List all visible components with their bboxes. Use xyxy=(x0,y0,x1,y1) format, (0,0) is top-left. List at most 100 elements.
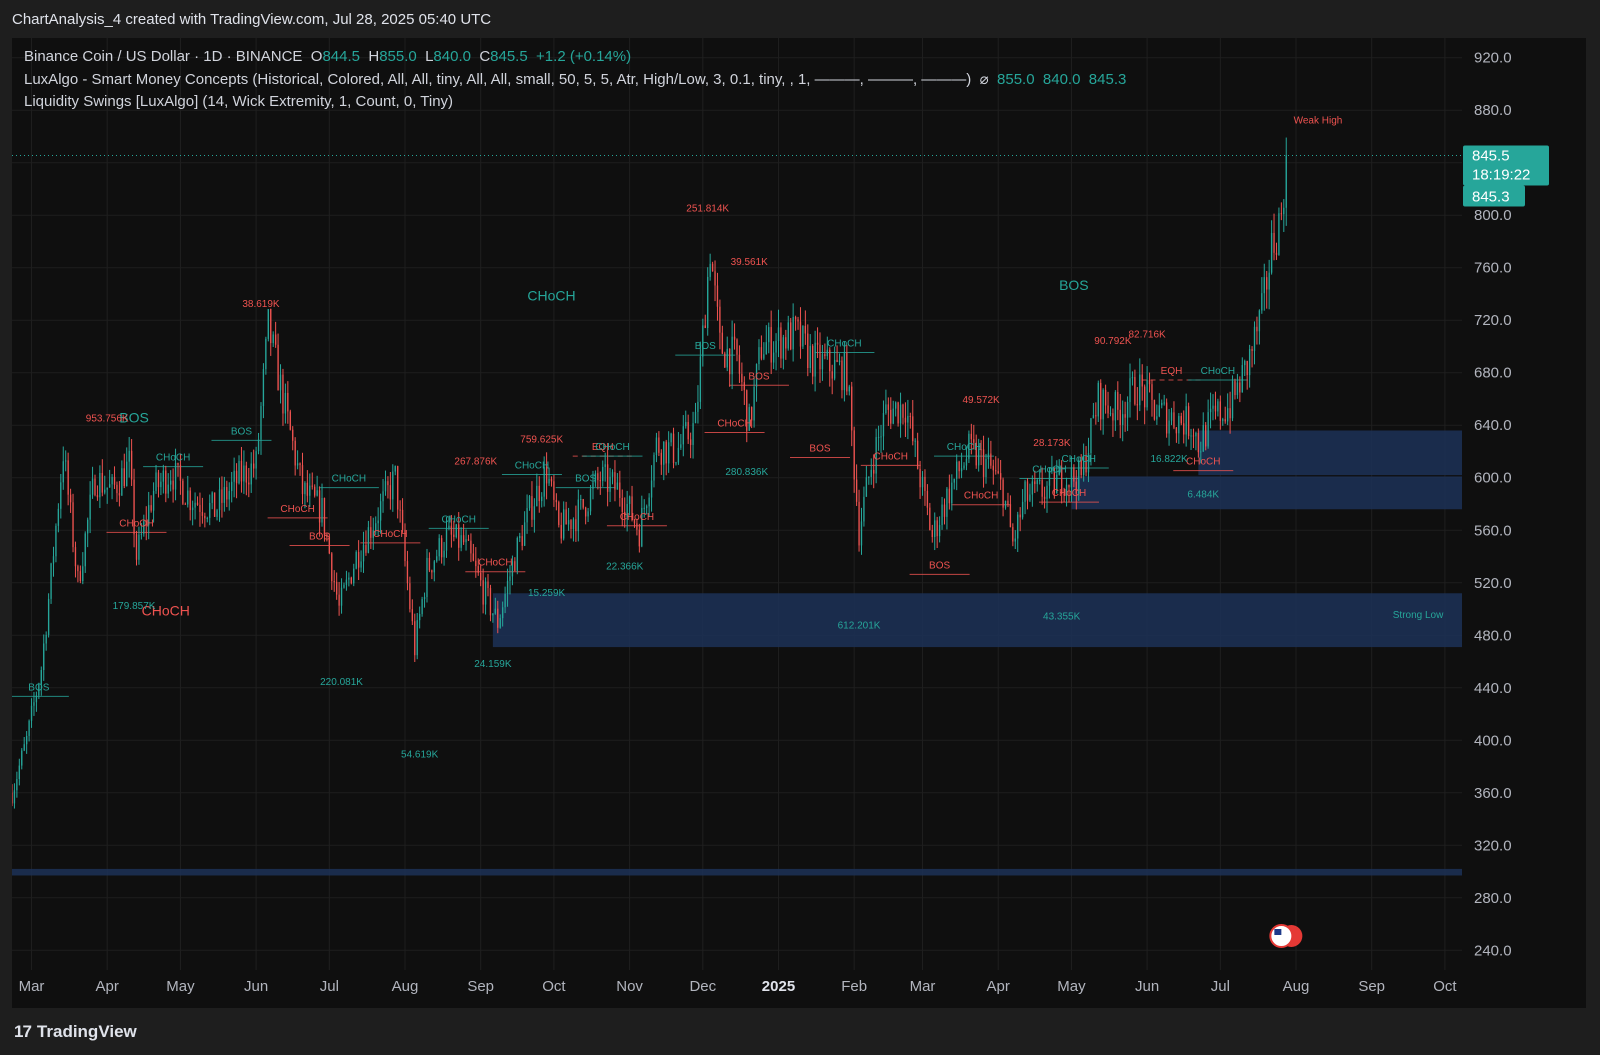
candle-body xyxy=(1283,207,1285,215)
structure-label: CHoCH xyxy=(478,558,512,569)
candle-body xyxy=(1229,408,1231,419)
candle-body xyxy=(33,702,35,706)
candle-body xyxy=(589,488,592,512)
candle-body xyxy=(1185,406,1187,435)
price-chart[interactable]: BOSCHoCHCHoCHBOSBOSCHoCHCHoCHBOSCHoCHBOS… xyxy=(0,0,1600,1055)
structure-label: BOS xyxy=(695,341,716,352)
candle-body xyxy=(1119,409,1121,425)
candle-body xyxy=(960,468,963,472)
candle-body xyxy=(1068,484,1070,488)
candle-body xyxy=(938,525,941,537)
candle-body xyxy=(423,597,426,600)
candle-body xyxy=(445,528,448,551)
indicator-legend-smc[interactable]: LuxAlgo - Smart Money Concepts (Historic… xyxy=(24,69,1126,92)
candle-body xyxy=(294,440,296,466)
candle-body xyxy=(538,485,540,502)
candle-body xyxy=(528,496,531,509)
candle-body xyxy=(157,472,160,488)
x-tick-label: Dec xyxy=(689,978,716,995)
candle-body xyxy=(999,473,1002,480)
liquidity-label: 49.572K xyxy=(962,395,1000,406)
indicator-value-2: 840.0 xyxy=(1042,70,1081,88)
y-tick-label: 600.0 xyxy=(1474,470,1512,487)
structure-label: CHoCH xyxy=(1062,454,1096,465)
candle-body xyxy=(1175,427,1178,434)
candle-body xyxy=(504,593,506,608)
liquidity-label: 612.201K xyxy=(838,621,881,632)
candle-body xyxy=(792,316,794,350)
candle-body xyxy=(1012,527,1014,542)
candle-body xyxy=(790,322,792,350)
candle-body xyxy=(333,581,335,583)
candle-body xyxy=(204,515,206,519)
candle-body xyxy=(526,508,528,523)
candle-body xyxy=(1197,432,1200,453)
candle-body xyxy=(648,497,650,507)
candle-body xyxy=(621,497,623,512)
candle-body xyxy=(584,507,587,517)
candle-body xyxy=(804,325,807,334)
indicator-legend-liquidity[interactable]: Liquidity Swings [LuxAlgo] (14, Wick Ext… xyxy=(24,91,1126,114)
candle-body xyxy=(1207,412,1209,447)
structure-label: BOS xyxy=(28,682,49,693)
candle-body xyxy=(567,520,570,525)
x-tick-label: Mar xyxy=(910,978,936,995)
candle-body xyxy=(12,792,13,804)
x-tick-label: Oct xyxy=(1433,978,1457,995)
candle-body xyxy=(235,470,238,484)
candle-body xyxy=(82,566,84,582)
candle-body xyxy=(1046,485,1048,499)
candle-body xyxy=(758,347,760,365)
structure-label: CHoCH xyxy=(827,338,861,349)
candle-body xyxy=(433,561,435,573)
candle-body xyxy=(1139,374,1141,406)
candle-body xyxy=(663,441,665,465)
candle-body xyxy=(741,373,743,383)
time-axis[interactable]: Mar Apr May Jun Jul Aug Sep Oct Nov Dec 2025 Feb Mar… xyxy=(19,978,1458,995)
candle-body xyxy=(1200,451,1202,453)
candle-body xyxy=(1212,405,1214,409)
structure-label: CHoCH xyxy=(156,453,190,464)
candle-body xyxy=(1100,382,1102,420)
candle-body xyxy=(912,416,914,442)
candle-body xyxy=(992,465,994,471)
candle-body xyxy=(467,539,470,541)
structure-label: CHoCH xyxy=(119,518,153,529)
brand-name: TradingView xyxy=(36,1022,137,1041)
y-tick-label: 440.0 xyxy=(1474,680,1512,697)
indicator-value-3: 845.3 xyxy=(1088,70,1127,88)
candle-body xyxy=(885,404,887,413)
candle-body xyxy=(565,509,567,525)
candle-body xyxy=(904,417,907,423)
candle-body xyxy=(1180,416,1182,424)
symbol-legend[interactable]: Binance Coin / US Dollar · 1D · BINANCE … xyxy=(24,46,1126,69)
candle-body xyxy=(782,337,785,359)
candle-body xyxy=(519,536,521,539)
y-tick-label: 560.0 xyxy=(1474,522,1512,539)
candle-body xyxy=(814,342,816,377)
y-tick-label: 480.0 xyxy=(1474,627,1512,644)
candle-body xyxy=(55,525,57,557)
candle-body xyxy=(162,470,165,482)
candle-body xyxy=(985,459,987,477)
candle-body xyxy=(35,695,38,703)
candle-body xyxy=(1173,412,1175,428)
indicator-hidden-icon: ⌀ xyxy=(979,70,989,88)
candle-body xyxy=(697,401,699,412)
candle-body xyxy=(377,520,379,524)
y-tick-label: 240.0 xyxy=(1474,942,1512,959)
candle-body xyxy=(1234,381,1236,396)
candle-body xyxy=(1026,481,1029,501)
candle-body xyxy=(738,354,741,374)
x-tick-label: Nov xyxy=(616,978,643,995)
liquidity-label: 251.814K xyxy=(686,203,729,214)
candle-body xyxy=(560,524,562,539)
candle-body xyxy=(460,535,462,548)
candle-body xyxy=(150,505,152,511)
candle-body xyxy=(1017,514,1019,539)
candle-body xyxy=(108,484,111,488)
candle-body xyxy=(870,469,872,477)
candle-body xyxy=(692,423,694,445)
tradingview-brand[interactable]: 17 TradingView xyxy=(14,1022,137,1042)
candle-body xyxy=(304,482,306,495)
